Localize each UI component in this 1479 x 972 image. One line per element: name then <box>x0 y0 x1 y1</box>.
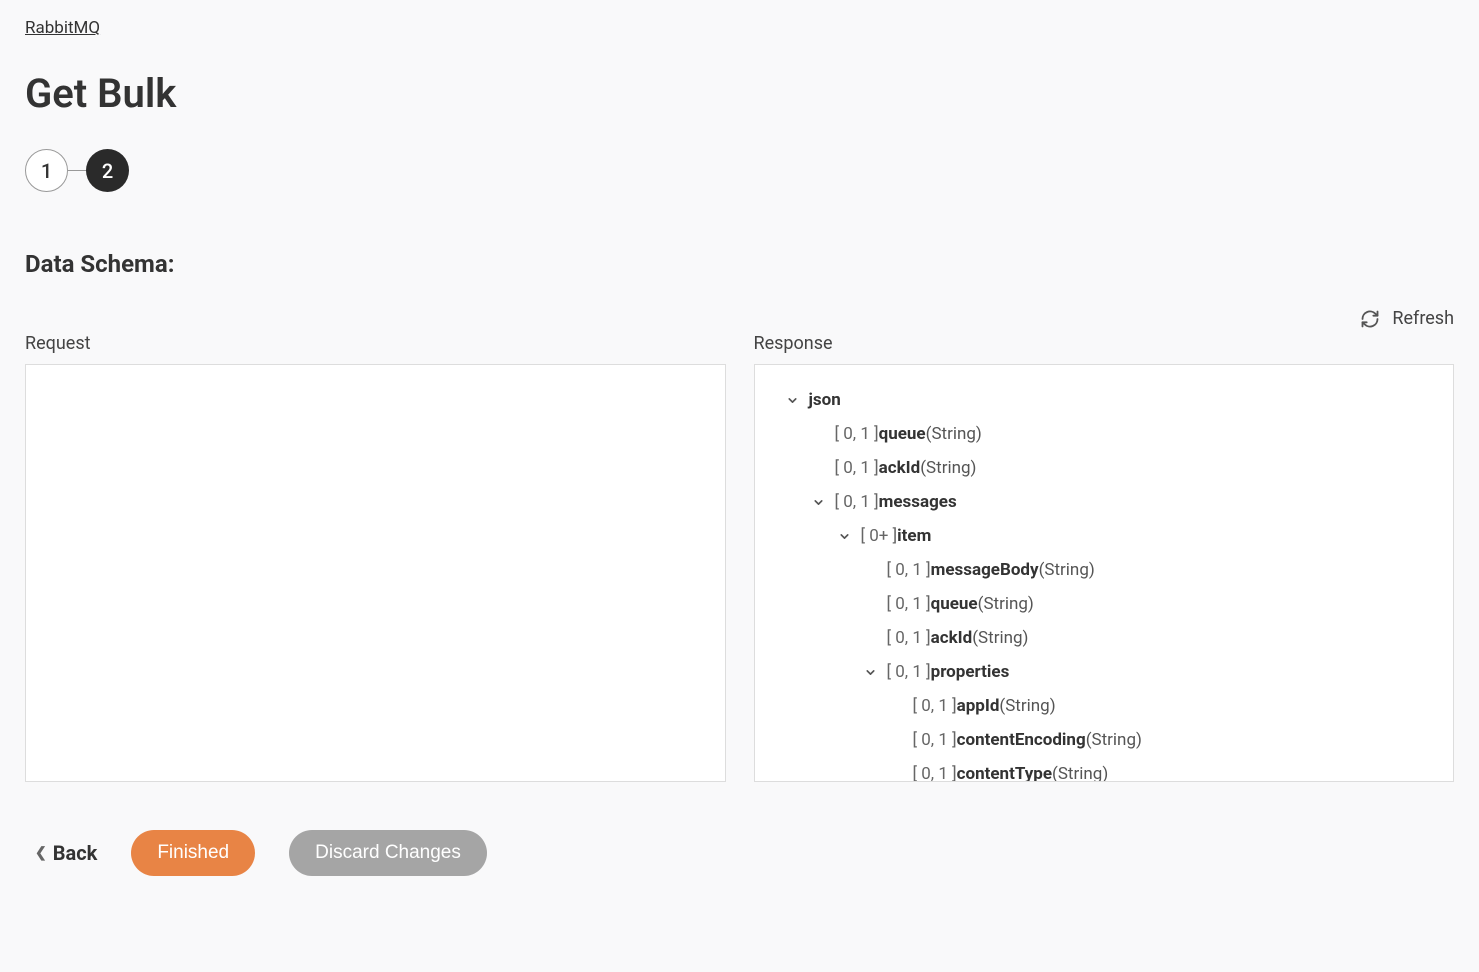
tree-node-cardinality: [ 0, 1 ] <box>913 757 957 782</box>
chevron-down-icon[interactable] <box>863 666 879 679</box>
chevron-left-icon: ❮ <box>35 845 47 861</box>
tree-node: [ 0, 1 ] messageBody (String) <box>765 553 1444 587</box>
chevron-down-icon[interactable] <box>811 496 827 509</box>
tree-node: [ 0, 1 ] queue (String) <box>765 417 1444 451</box>
tree-node-type: (String) <box>972 621 1028 655</box>
tree-node-cardinality: [ 0, 1 ] <box>887 553 931 587</box>
back-label: Back <box>53 841 98 865</box>
tree-node-type: (String) <box>1039 553 1095 587</box>
tree-node-cardinality: [ 0, 1 ] <box>887 587 931 621</box>
back-button[interactable]: ❮ Back <box>35 841 97 865</box>
stepper: 1 2 <box>25 149 1454 192</box>
tree-node: [ 0, 1 ] contentEncoding (String) <box>765 723 1444 757</box>
tree-node: [ 0, 1 ] appId (String) <box>765 689 1444 723</box>
tree-node: [ 0+ ] item <box>765 519 1444 553</box>
refresh-icon <box>1360 309 1380 329</box>
refresh-label: Refresh <box>1392 308 1454 329</box>
tree-node-cardinality: [ 0, 1 ] <box>913 689 957 723</box>
tree-node-name: queue <box>931 587 978 621</box>
response-tree: json[ 0, 1 ] queue (String)[ 0, 1 ] ackI… <box>765 383 1444 782</box>
tree-node-name: json <box>809 383 841 417</box>
tree-node-cardinality: [ 0, 1 ] <box>887 621 931 655</box>
tree-node-cardinality: [ 0, 1 ] <box>835 451 879 485</box>
tree-node-name: item <box>897 519 931 553</box>
finished-button[interactable]: Finished <box>131 830 255 876</box>
tree-node: json <box>765 383 1444 417</box>
tree-node: [ 0, 1 ] messages <box>765 485 1444 519</box>
step-1[interactable]: 1 <box>25 149 68 192</box>
tree-node-type: (String) <box>999 689 1055 723</box>
tree-node: [ 0, 1 ] properties <box>765 655 1444 689</box>
refresh-button[interactable]: Refresh <box>1360 308 1454 329</box>
tree-node-name: contentEncoding <box>957 723 1086 757</box>
tree-node-cardinality: [ 0, 1 ] <box>835 417 879 451</box>
request-panel-label: Request <box>25 333 726 354</box>
tree-node-cardinality: [ 0+ ] <box>861 519 898 553</box>
chevron-down-icon[interactable] <box>837 530 853 543</box>
tree-node-type: (String) <box>978 587 1034 621</box>
tree-node-name: ackId <box>879 451 921 485</box>
discard-changes-button[interactable]: Discard Changes <box>289 830 487 876</box>
response-panel: json[ 0, 1 ] queue (String)[ 0, 1 ] ackI… <box>754 364 1455 782</box>
request-panel <box>25 364 726 782</box>
tree-node: [ 0, 1 ] contentType (String) <box>765 757 1444 782</box>
tree-node-cardinality: [ 0, 1 ] <box>913 723 957 757</box>
tree-node-type: (String) <box>1086 723 1142 757</box>
step-connector <box>68 170 86 172</box>
tree-node-name: contentType <box>957 757 1052 782</box>
tree-node: [ 0, 1 ] queue (String) <box>765 587 1444 621</box>
chevron-down-icon[interactable] <box>785 394 801 407</box>
tree-node-name: messageBody <box>931 553 1039 587</box>
tree-node: [ 0, 1 ] ackId (String) <box>765 621 1444 655</box>
tree-node-cardinality: [ 0, 1 ] <box>835 485 879 519</box>
response-panel-label: Response <box>754 333 1455 354</box>
tree-node-name: queue <box>879 417 926 451</box>
tree-node-name: ackId <box>931 621 973 655</box>
tree-node: [ 0, 1 ] ackId (String) <box>765 451 1444 485</box>
tree-node-type: (String) <box>926 417 982 451</box>
breadcrumb-link[interactable]: RabbitMQ <box>25 18 100 38</box>
page-title: Get Bulk <box>25 70 1454 117</box>
tree-node-cardinality: [ 0, 1 ] <box>887 655 931 689</box>
tree-node-name: messages <box>879 485 957 519</box>
tree-node-type: (String) <box>1052 757 1108 782</box>
step-2[interactable]: 2 <box>86 149 129 192</box>
section-heading: Data Schema: <box>25 250 1454 278</box>
tree-node-name: appId <box>957 689 1000 723</box>
tree-node-type: (String) <box>920 451 976 485</box>
tree-node-name: properties <box>931 655 1010 689</box>
